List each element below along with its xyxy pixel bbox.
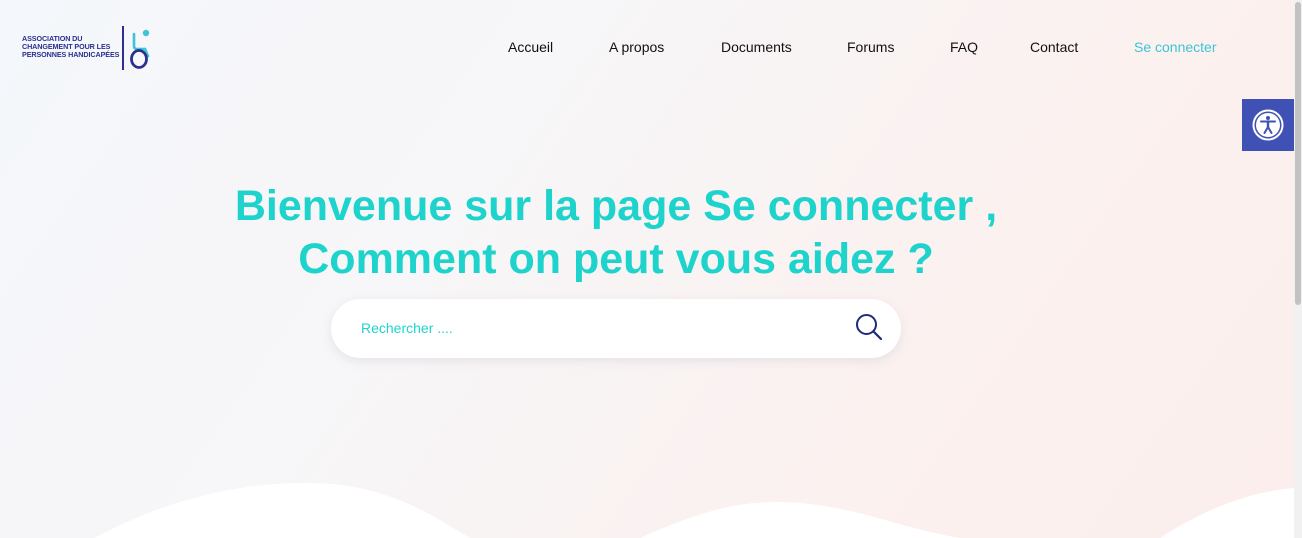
nav-item-a-propos[interactable]: A propos <box>609 38 664 56</box>
search-box <box>331 299 901 358</box>
page: ASSOCIATION DU CHANGEMENT POUR LES PERSO… <box>0 0 1294 538</box>
nav-item-forums[interactable]: Forums <box>847 38 894 56</box>
accessibility-icon <box>1252 109 1284 141</box>
nav-item-contact[interactable]: Contact <box>1030 38 1078 56</box>
wheelchair-logo-icon <box>129 29 150 69</box>
search-icon[interactable] <box>854 312 884 342</box>
page-title: Bienvenue sur la page Se connecter , Com… <box>0 180 1232 286</box>
accessibility-toolbar-button[interactable] <box>1242 99 1294 151</box>
hero-title-line-2: Comment on peut vous aidez ? <box>298 235 934 283</box>
nav-item-faq[interactable]: FAQ <box>950 38 978 56</box>
nav-item-documents[interactable]: Documents <box>721 38 792 56</box>
scrollbar-thumb[interactable] <box>1295 2 1301 305</box>
logo-text: ASSOCIATION DU CHANGEMENT POUR LES PERSO… <box>22 35 119 59</box>
nav-item-accueil[interactable]: Accueil <box>508 38 553 56</box>
page-scrollbar[interactable] <box>1294 0 1302 538</box>
wave-divider <box>0 482 1294 538</box>
search-input[interactable] <box>361 318 841 338</box>
nav-item-se-connecter[interactable]: Se connecter <box>1134 38 1217 56</box>
logo-divider <box>122 26 124 70</box>
logo-line-3: PERSONNES HANDICAPÉES <box>22 50 120 59</box>
hero-title-line-1: Bienvenue sur la page Se connecter , <box>234 182 998 230</box>
site-logo[interactable]: ASSOCIATION DU CHANGEMENT POUR LES PERSO… <box>22 25 152 71</box>
